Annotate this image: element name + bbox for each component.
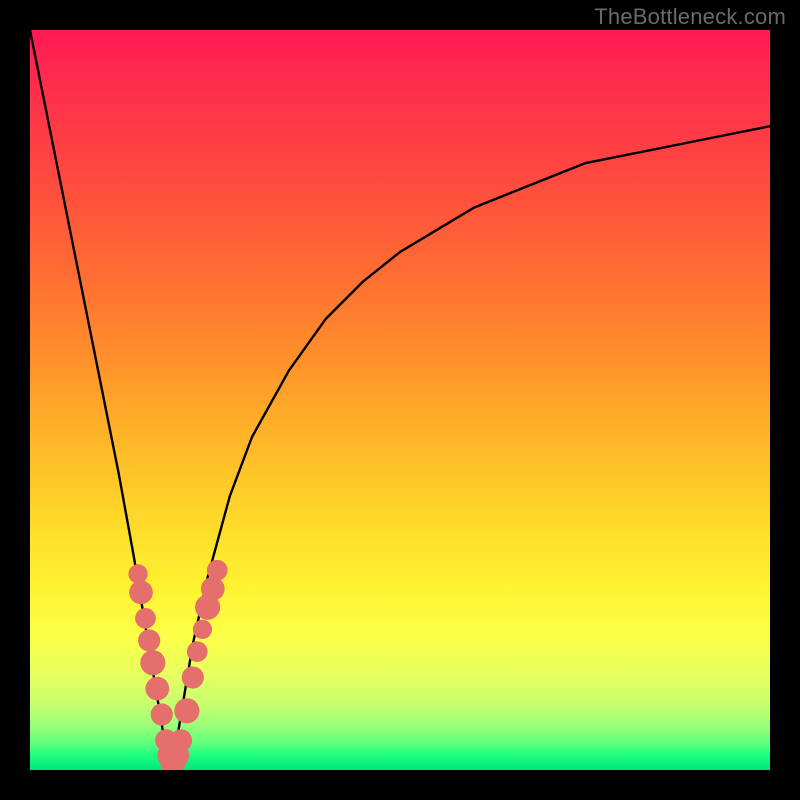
right-branch-marker — [182, 666, 204, 688]
left-branch-marker — [129, 581, 153, 605]
bottom-marker — [170, 729, 192, 751]
left-branch-marker — [145, 677, 169, 701]
plot-area — [30, 30, 770, 770]
left-branch-marker — [128, 564, 147, 583]
chart-container: TheBottleneck.com — [0, 0, 800, 800]
left-branch-marker — [151, 703, 173, 725]
watermark-label: TheBottleneck.com — [594, 4, 786, 30]
right-branch-marker — [174, 698, 199, 723]
left-branch-marker — [140, 650, 165, 675]
right-branch-marker — [187, 641, 208, 662]
marker-group — [128, 560, 227, 770]
left-branch-marker — [138, 629, 160, 651]
right-branch-marker — [201, 577, 225, 601]
right-branch-marker — [193, 620, 212, 639]
right-branch-marker — [207, 560, 228, 581]
left-branch-marker — [135, 608, 156, 629]
curve-layer — [30, 30, 770, 770]
